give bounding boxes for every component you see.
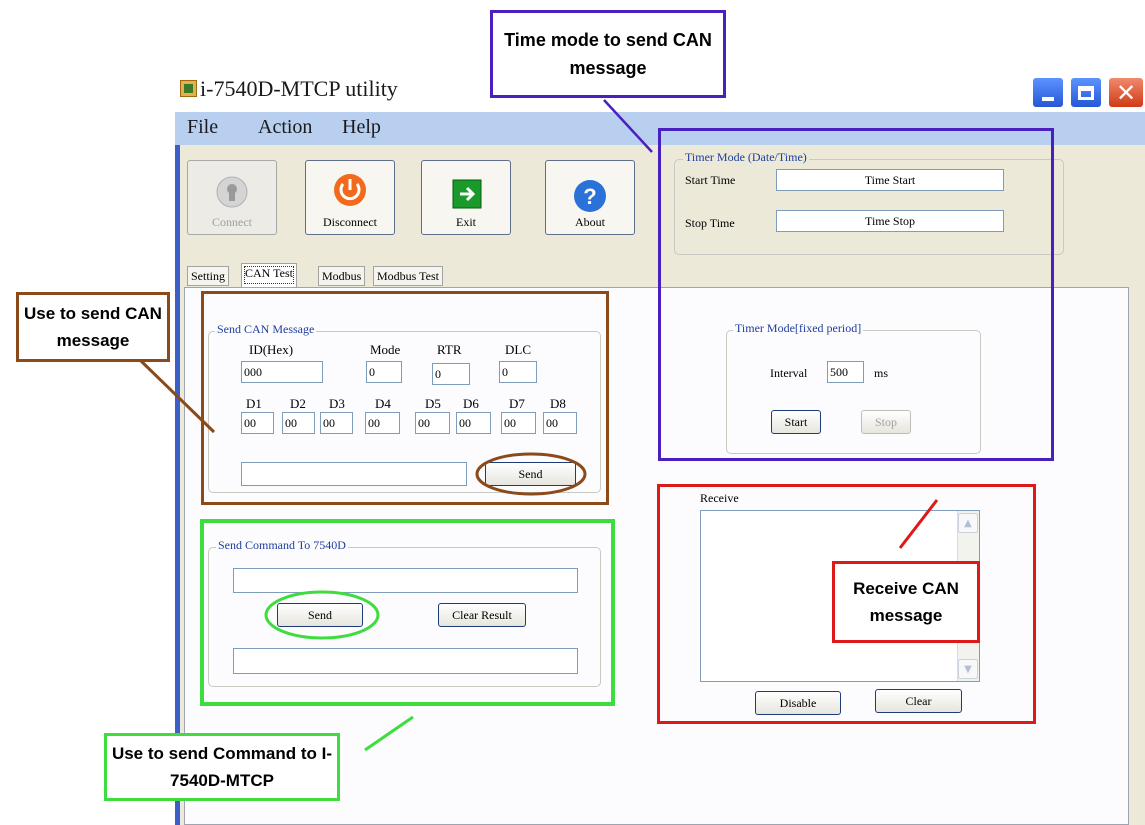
d5-input[interactable]: 00	[415, 412, 450, 434]
menu-bar	[175, 112, 1145, 145]
timer-start-button[interactable]: Start	[771, 410, 821, 434]
can-send-button[interactable]: Send	[485, 462, 576, 486]
d4-label: D4	[375, 396, 391, 411]
exit-button[interactable]: Exit	[421, 160, 511, 235]
disconnect-button[interactable]: Disconnect	[305, 160, 395, 235]
svg-text:?: ?	[583, 184, 596, 209]
app-icon	[180, 80, 197, 97]
d7-label: D7	[509, 396, 525, 411]
maximize-button[interactable]	[1069, 76, 1103, 109]
close-button[interactable]: ✕	[1107, 76, 1145, 109]
about-label: About	[575, 215, 605, 229]
disconnect-label: Disconnect	[323, 215, 377, 229]
connect-icon	[216, 176, 248, 208]
command-input[interactable]	[233, 568, 578, 593]
d5-label: D5	[425, 396, 441, 411]
receive-label: Receive	[700, 491, 739, 505]
timer-stop-button[interactable]: Stop	[861, 410, 911, 434]
d1-input[interactable]: 00	[241, 412, 274, 434]
menu-action[interactable]: Action	[258, 116, 312, 139]
mode-label: Mode	[370, 342, 401, 357]
exit-icon	[452, 179, 482, 209]
minimize-icon	[1042, 96, 1054, 101]
dlc-input[interactable]: 0	[499, 361, 537, 383]
annotation-label-send-can: Use to send CAN message	[16, 292, 170, 362]
command-result-field[interactable]	[233, 648, 578, 674]
timer-fixed-group	[726, 330, 981, 454]
receive-scrollbar[interactable]	[957, 511, 979, 681]
send-cmd-title: Send Command To 7540D	[216, 538, 348, 553]
connect-button[interactable]: Connect	[187, 160, 277, 235]
receive-disable-button[interactable]: Disable	[755, 691, 841, 715]
maximize-icon	[1078, 85, 1094, 100]
d2-input[interactable]: 00	[282, 412, 315, 434]
power-icon	[334, 174, 366, 206]
scroll-up-icon[interactable]: ▲	[958, 513, 978, 533]
timer-fixed-title: Timer Mode[fixed period]	[733, 321, 864, 336]
d2-label: D2	[290, 396, 306, 411]
scroll-down-icon[interactable]: ▼	[958, 659, 978, 679]
tab-setting[interactable]: Setting	[187, 266, 230, 286]
tab-can-test[interactable]: CAN Test	[241, 263, 297, 287]
d6-input[interactable]: 00	[456, 412, 491, 434]
can-result-field[interactable]	[241, 462, 467, 486]
timer-date-title: Timer Mode (Date/Time)	[683, 150, 809, 165]
rtr-input[interactable]: 0	[432, 363, 470, 385]
minimize-button[interactable]	[1031, 76, 1065, 109]
about-button[interactable]: ? About	[545, 160, 635, 235]
d4-input[interactable]: 00	[365, 412, 400, 434]
id-input[interactable]: 000	[241, 361, 323, 383]
tab-modbus-test[interactable]: Modbus Test	[373, 266, 443, 286]
close-icon: ✕	[1115, 78, 1137, 107]
menu-file[interactable]: File	[187, 116, 218, 139]
d6-label: D6	[463, 396, 479, 411]
d1-label: D1	[246, 396, 262, 411]
dlc-label: DLC	[505, 342, 531, 357]
help-icon: ?	[574, 180, 606, 212]
interval-input[interactable]: 500	[827, 361, 864, 383]
receive-clear-button[interactable]: Clear	[875, 689, 962, 713]
receive-textarea[interactable]	[700, 510, 980, 682]
tab-modbus[interactable]: Modbus	[318, 266, 366, 286]
d8-input[interactable]: 00	[543, 412, 577, 434]
id-label: ID(Hex)	[249, 342, 294, 357]
d8-label: D8	[550, 396, 566, 411]
cmd-send-button[interactable]: Send	[277, 603, 363, 627]
send-can-title: Send CAN Message	[215, 322, 317, 337]
d7-input[interactable]: 00	[501, 412, 536, 434]
stop-time-label: Stop Time	[685, 216, 735, 230]
start-time-label: Start Time	[685, 173, 736, 187]
connect-label: Connect	[212, 215, 252, 229]
menu-help[interactable]: Help	[342, 116, 381, 139]
d3-input[interactable]: 00	[320, 412, 353, 434]
exit-label: Exit	[456, 215, 476, 229]
rtr-label: RTR	[437, 342, 462, 357]
clear-result-button[interactable]: Clear Result	[438, 603, 526, 627]
interval-unit: ms	[874, 366, 889, 380]
window-title: i-7540D-MTCP utility	[200, 76, 398, 101]
stop-time-field[interactable]: Time Stop	[776, 210, 1004, 232]
mode-input[interactable]: 0	[366, 361, 402, 383]
interval-label: Interval	[770, 366, 808, 380]
start-time-field[interactable]: Time Start	[776, 169, 1004, 191]
d3-label: D3	[329, 396, 345, 411]
